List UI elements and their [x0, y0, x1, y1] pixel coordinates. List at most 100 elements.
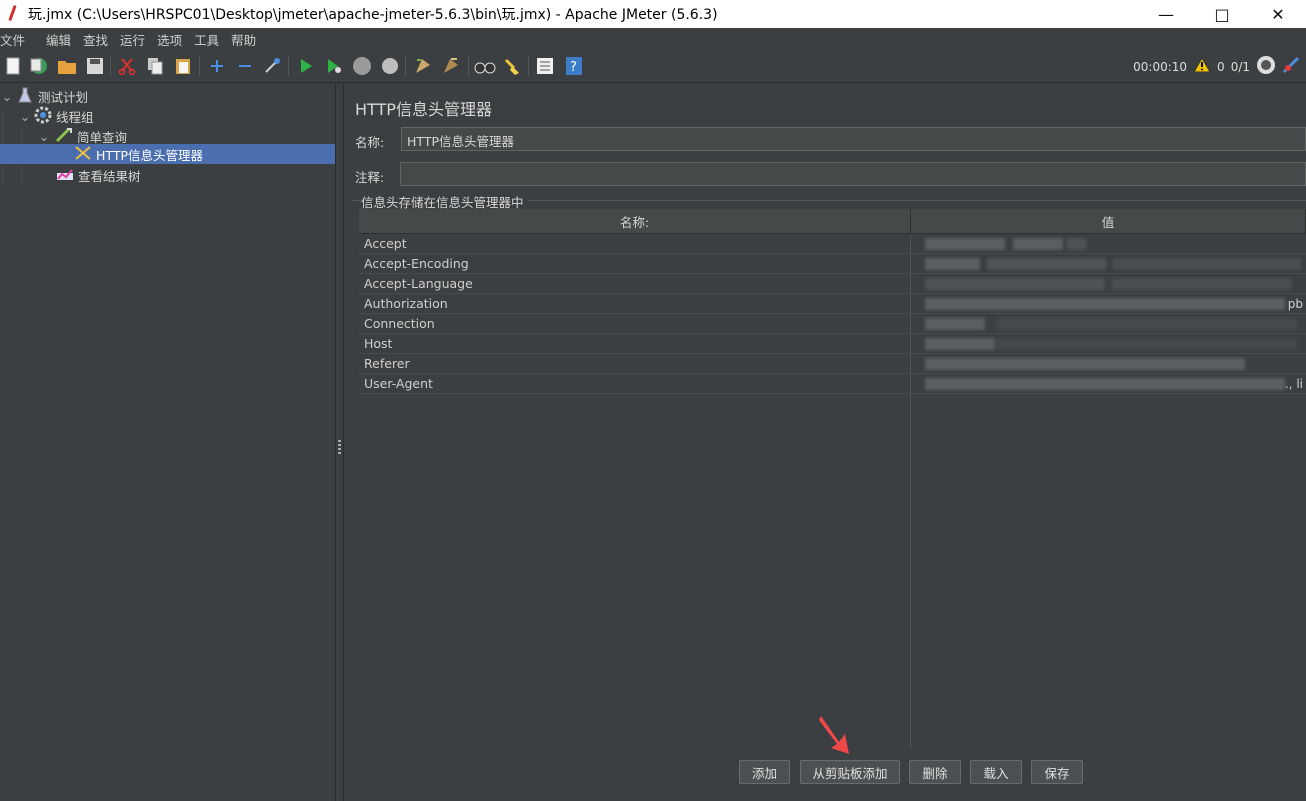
close-button[interactable]: ✕: [1250, 0, 1306, 28]
function-helper-icon[interactable]: [534, 55, 556, 77]
menu-edit[interactable]: 编辑: [46, 30, 78, 49]
table-row[interactable]: Connection: [359, 314, 1306, 334]
tree-item-label: 线程组: [56, 109, 94, 125]
tools-icon: [74, 145, 92, 164]
tree-item-http-header-manager[interactable]: HTTP信息头管理器: [0, 144, 335, 164]
table-row[interactable]: Accept-Language: [359, 274, 1306, 294]
pane-splitter[interactable]: [336, 84, 344, 801]
clear-all-icon[interactable]: [440, 55, 462, 77]
header-manager-panel: HTTP信息头管理器 名称: HTTP信息头管理器 注释: 信息头存储在信息头管…: [345, 84, 1306, 801]
menu-run[interactable]: 运行: [120, 30, 152, 49]
templates-icon[interactable]: [28, 55, 50, 77]
chevron-down-icon[interactable]: ⌄: [37, 129, 51, 144]
header-value-cell[interactable]: [917, 256, 1305, 272]
header-value-cell[interactable]: ., li: [917, 376, 1305, 392]
column-header-value[interactable]: 值: [911, 209, 1306, 234]
column-header-name[interactable]: 名称:: [359, 209, 911, 234]
chevron-down-icon[interactable]: ⌄: [18, 109, 32, 124]
header-value-cell[interactable]: [917, 356, 1305, 372]
feather-icon: [6, 5, 20, 23]
new-file-icon[interactable]: [2, 55, 24, 77]
menu-help[interactable]: 帮助: [231, 30, 263, 49]
table-row[interactable]: Referer: [359, 354, 1306, 374]
collapse-icon[interactable]: [234, 55, 256, 77]
menu-file[interactable]: 文件: [0, 30, 32, 49]
headers-table: 名称: 值 Accept Accept-Encoding Accept-Lang…: [359, 209, 1306, 749]
chart-icon: [56, 167, 74, 184]
save-icon[interactable]: [84, 55, 106, 77]
name-label: 名称:: [355, 135, 385, 150]
window-controls: — □ ✕: [1138, 0, 1306, 28]
elapsed-time: 00:00:10: [1133, 59, 1188, 74]
add-from-clipboard-button[interactable]: 从剪贴板添加: [800, 760, 900, 784]
shutdown-icon[interactable]: [379, 55, 401, 77]
warning-count: 0: [1217, 59, 1225, 74]
menu-options[interactable]: 选项: [157, 30, 189, 49]
tree-item-simple-query[interactable]: ⌄ 简单查询: [37, 126, 127, 146]
table-row[interactable]: Authorization pb: [359, 294, 1306, 314]
help-icon[interactable]: ?: [563, 55, 585, 77]
start-no-pause-icon[interactable]: [323, 55, 345, 77]
tree-item-label: 查看结果树: [78, 168, 141, 184]
header-value-cell[interactable]: [917, 276, 1305, 292]
svg-text:?: ?: [570, 60, 577, 75]
window-title: 玩.jmx (C:\Users\HRSPC01\Desktop\jmeter\a…: [28, 7, 718, 23]
expand-icon[interactable]: [206, 55, 228, 77]
toolbar: ? 00:00:10 0 0/1: [0, 50, 1306, 83]
tree-item-thread-group[interactable]: ⌄ 线程组: [18, 106, 94, 126]
header-value-cell[interactable]: [917, 316, 1305, 332]
start-icon[interactable]: [295, 55, 317, 77]
tree-item-label: 简单查询: [77, 129, 128, 145]
feather-status-icon[interactable]: [1282, 56, 1300, 77]
header-name-cell[interactable]: Accept-Encoding: [364, 256, 469, 271]
header-value-cell[interactable]: pb: [917, 296, 1305, 312]
table-row[interactable]: Accept: [359, 234, 1306, 254]
value-overflow-text: pb: [1287, 297, 1303, 311]
header-name-cell[interactable]: Connection: [364, 316, 435, 331]
menu-tools[interactable]: 工具: [194, 30, 226, 49]
load-button[interactable]: 载入: [970, 760, 1022, 784]
tree-item-label: 测试计划: [38, 89, 89, 105]
toggle-icon[interactable]: [261, 55, 283, 77]
maximize-button[interactable]: □: [1194, 0, 1250, 28]
table-row[interactable]: User-Agent ., li: [359, 374, 1306, 394]
broom-icon[interactable]: [501, 55, 523, 77]
header-name-cell[interactable]: Accept: [364, 236, 407, 251]
comment-field[interactable]: [400, 162, 1306, 186]
minimize-button[interactable]: —: [1138, 0, 1194, 28]
menu-search[interactable]: 查找: [83, 30, 115, 49]
header-name-cell[interactable]: Host: [364, 336, 392, 351]
stop-icon[interactable]: [351, 55, 373, 77]
add-button[interactable]: 添加: [739, 760, 790, 784]
header-name-cell[interactable]: Accept-Language: [364, 276, 473, 291]
binoculars-icon[interactable]: [474, 55, 496, 77]
annotation-arrow-icon: [819, 716, 849, 754]
header-name-cell[interactable]: Authorization: [364, 296, 448, 311]
test-plan-tree: ⌄ 测试计划 ⌄ 线程组 ⌄ 简单查询 HTTP信息头管理器 查看结果树: [0, 84, 336, 801]
header-value-cell[interactable]: [917, 236, 1305, 252]
copy-icon[interactable]: [144, 55, 166, 77]
header-name-cell[interactable]: User-Agent: [364, 376, 433, 391]
open-folder-icon[interactable]: [56, 55, 78, 77]
header-value-cell[interactable]: [917, 336, 1305, 352]
header-name-cell[interactable]: Referer: [364, 356, 410, 371]
pipette-icon: [55, 127, 73, 146]
save-button[interactable]: 保存: [1031, 760, 1083, 784]
table-row[interactable]: Host: [359, 334, 1306, 354]
clear-icon[interactable]: [412, 55, 434, 77]
remote-icon[interactable]: [1256, 55, 1276, 78]
chevron-down-icon[interactable]: ⌄: [0, 89, 14, 104]
warning-icon[interactable]: [1193, 56, 1211, 76]
flask-icon: [18, 87, 32, 106]
thread-count: 0/1: [1230, 59, 1250, 74]
value-overflow-text: ., li: [1284, 377, 1303, 391]
table-row[interactable]: Accept-Encoding: [359, 254, 1306, 274]
name-field[interactable]: HTTP信息头管理器: [401, 127, 1306, 151]
cut-icon[interactable]: [116, 55, 138, 77]
gear-icon: [34, 106, 52, 127]
paste-icon[interactable]: [172, 55, 194, 77]
comment-label: 注释:: [355, 170, 385, 185]
tree-item-test-plan[interactable]: ⌄ 测试计划: [0, 86, 88, 106]
delete-button[interactable]: 删除: [909, 760, 961, 784]
tree-item-view-results-tree[interactable]: 查看结果树: [56, 165, 141, 185]
